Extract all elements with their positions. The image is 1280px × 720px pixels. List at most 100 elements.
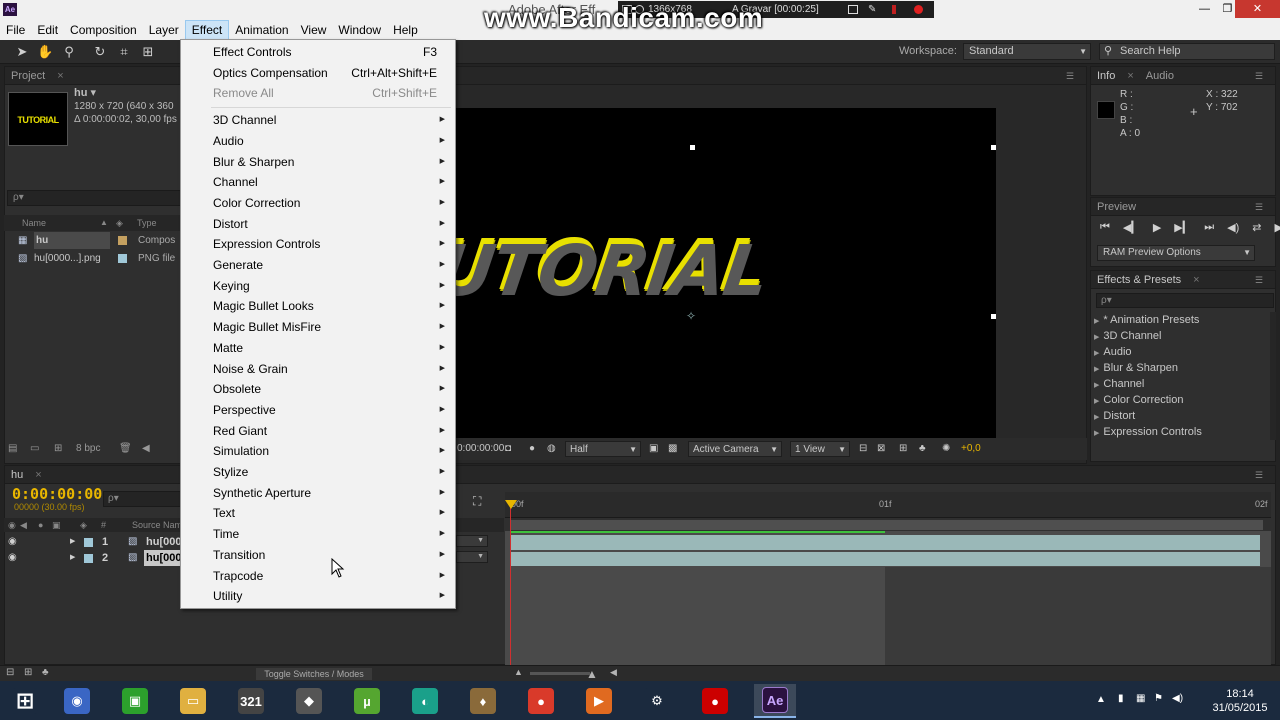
toggle-switches-modes-button[interactable]: Toggle Switches / Modes — [256, 668, 372, 680]
menu-item-simulation[interactable]: Simulation ▶ — [181, 441, 455, 461]
effects-category-item[interactable]: ▶ Blur & Sharpen — [1094, 360, 1202, 376]
scroll-left-icon[interactable]: ◀ — [610, 667, 617, 678]
mode-select[interactable]: ▼ — [456, 535, 488, 547]
menu-item-distort[interactable]: Distort ▶ — [181, 214, 455, 234]
show-snapshot-icon[interactable]: ● — [529, 441, 535, 457]
close-tab-icon[interactable]: × — [1121, 70, 1139, 82]
panel-menu-icon[interactable]: ☰ — [1249, 198, 1269, 216]
anchor-point-icon[interactable]: ✧ — [686, 309, 696, 323]
menu-item-text[interactable]: Text ▶ — [181, 503, 455, 523]
last-frame-icon[interactable]: ⏭ — [1204, 221, 1214, 234]
taskbar-utorrent[interactable]: µ — [346, 684, 388, 718]
project-panel-tab[interactable]: Project × — [5, 67, 185, 85]
taskbar-steam[interactable]: ⚙ — [636, 684, 678, 718]
channel-icon[interactable]: ◍ — [547, 441, 556, 457]
layer-switches-icon[interactable]: ⊟ — [6, 667, 14, 678]
stretch-icon[interactable]: ♣ — [42, 667, 49, 678]
menu-item-stylize[interactable]: Stylize ▶ — [181, 462, 455, 482]
expand-arrow-icon[interactable]: ▶ — [1094, 334, 1099, 341]
menu-item-keying[interactable]: Keying ▶ — [181, 276, 455, 296]
menu-item-optics-compensation[interactable]: Optics Compensation Ctrl+Alt+Shift+E — [181, 63, 455, 83]
previous-frame-icon[interactable]: ◀▎ — [1123, 221, 1140, 234]
selection-tool-icon[interactable]: ➤ — [14, 44, 30, 60]
menu-item-channel[interactable]: Channel ▶ — [181, 172, 455, 192]
project-item[interactable]: ▦ hu Compos — [4, 232, 184, 249]
effects-presets-tab-label[interactable]: Effects & Presets — [1091, 274, 1187, 286]
panel-menu-icon[interactable]: ☰ — [1249, 466, 1269, 484]
current-time-indicator[interactable] — [505, 500, 517, 509]
play-icon[interactable]: ▶ — [1153, 221, 1161, 234]
menu-item-blur-sharpen[interactable]: Blur & Sharpen ▶ — [181, 152, 455, 172]
audio-icon[interactable]: ◀) — [1227, 221, 1239, 234]
exposure-value[interactable]: +0,0 — [961, 441, 981, 457]
mode-select[interactable]: ▼ — [456, 551, 488, 563]
pause-icon[interactable] — [892, 5, 896, 14]
menu-item-time[interactable]: Time ▶ — [181, 524, 455, 544]
visibility-eye-icon[interactable]: ◉ — [8, 534, 17, 550]
time-ruler[interactable]: 00f 01f 02f — [505, 492, 1271, 518]
menu-item-utility[interactable]: Utility ▶ — [181, 586, 455, 606]
tab-info[interactable]: Info — [1091, 70, 1121, 82]
preview-tab-label[interactable]: Preview — [1091, 201, 1142, 213]
label-swatch[interactable] — [84, 538, 93, 547]
menu-item-effect-controls[interactable]: Effect Controls F3 — [181, 42, 455, 62]
taskbar-media-player[interactable]: ▶ — [578, 684, 620, 718]
first-frame-icon[interactable]: ⏮ — [1100, 221, 1110, 234]
toggle-pixel-icon[interactable]: ⊟ — [859, 441, 867, 457]
zoom-tool-icon[interactable]: ⚲ — [61, 44, 77, 60]
scroll-left-icon[interactable]: ◀ — [142, 443, 150, 454]
expand-arrow-icon[interactable]: ▶ — [1094, 398, 1099, 405]
tray-expand-icon[interactable]: ▲ — [1096, 694, 1106, 705]
ram-preview-icon[interactable]: ▶▶ — [1274, 221, 1280, 234]
expand-arrow-icon[interactable]: ▶ — [1094, 350, 1099, 357]
taskbar-after-effects[interactable]: Ae — [754, 684, 796, 718]
close-button[interactable]: ✕ — [1235, 0, 1280, 18]
current-time-indicator-line[interactable] — [510, 500, 511, 665]
taskbar-windows-start[interactable]: ⊞ — [4, 684, 46, 718]
menu-item-perspective[interactable]: Perspective ▶ — [181, 400, 455, 420]
viewer-timecode[interactable]: 0:00:00:00 — [457, 441, 504, 457]
taskbar-chrome[interactable]: ● — [520, 684, 562, 718]
taskbar-app-shield[interactable]: ◆ — [288, 684, 330, 718]
panel-menu-icon[interactable]: ☰ — [1060, 67, 1080, 85]
effects-category-item[interactable]: ▶ Expression Controls — [1094, 424, 1202, 440]
menu-item-trapcode[interactable]: Trapcode ▶ — [181, 566, 455, 586]
menu-item-red-giant[interactable]: Red Giant ▶ — [181, 421, 455, 441]
graph-editor-icon[interactable]: ⛶ — [473, 494, 481, 509]
zoom-slider[interactable] — [530, 672, 590, 675]
new-comp-icon[interactable]: ⊞ — [54, 443, 62, 454]
menu-item-3d-channel[interactable]: 3D Channel ▶ — [181, 110, 455, 130]
transfer-controls-icon[interactable]: ⊞ — [24, 667, 32, 678]
taskbar-app-teal[interactable]: ◐ — [404, 684, 446, 718]
network-icon[interactable]: ▦ — [1136, 693, 1145, 704]
menu-edit[interactable]: Edit — [31, 20, 64, 40]
taskbar-bandicam[interactable]: ● — [694, 684, 736, 718]
taskbar-clock[interactable]: 18:14 31/05/2015 — [1205, 687, 1275, 715]
close-tab-icon[interactable]: × — [1187, 274, 1205, 286]
transparency-grid-icon[interactable]: ▩ — [668, 441, 677, 457]
flag-icon[interactable]: ⚑ — [1154, 693, 1163, 704]
col-name[interactable]: Name — [22, 215, 46, 231]
expand-arrow-icon[interactable]: ▶ — [1094, 414, 1099, 421]
trash-folder-icon[interactable]: ▤ — [8, 443, 20, 454]
expand-arrow-icon[interactable]: ▶ — [70, 534, 75, 550]
menu-item-obsolete[interactable]: Obsolete ▶ — [181, 379, 455, 399]
expand-arrow-icon[interactable]: ▶ — [70, 550, 75, 566]
expand-arrow-icon[interactable]: ▶ — [1094, 430, 1099, 437]
tab-audio[interactable]: Audio — [1140, 70, 1180, 82]
menu-item-transition[interactable]: Transition ▶ — [181, 545, 455, 565]
expand-arrow-icon[interactable]: ▶ — [1094, 382, 1099, 389]
composition-canvas[interactable]: TUTORIAL — [456, 108, 996, 438]
menu-window[interactable]: Window — [332, 20, 387, 40]
battery-icon[interactable]: ▮ — [1118, 693, 1124, 704]
visibility-eye-icon[interactable]: ◉ — [8, 550, 17, 566]
zoom-in-icon[interactable]: ▲ — [586, 667, 598, 681]
layer-handle[interactable] — [991, 314, 996, 319]
menu-item-magic-bullet-looks[interactable]: Magic Bullet Looks ▶ — [181, 296, 455, 316]
menu-item-expression-controls[interactable]: Expression Controls ▶ — [181, 234, 455, 254]
resolution-select[interactable]: Half ▼ — [565, 441, 641, 457]
menu-item-magic-bullet-misfire[interactable]: Magic Bullet MisFire ▶ — [181, 317, 455, 337]
expand-arrow-icon[interactable]: ▶ — [1094, 318, 1099, 325]
work-area-bar[interactable] — [511, 520, 1263, 530]
layer-1-duration-bar[interactable] — [511, 535, 1260, 550]
